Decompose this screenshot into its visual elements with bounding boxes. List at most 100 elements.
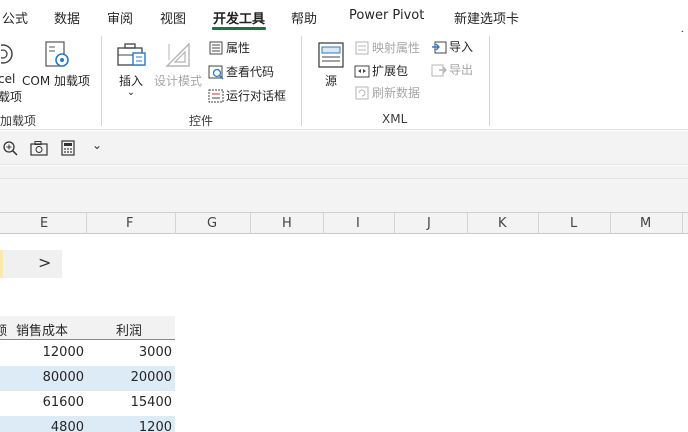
table-row[interactable]: 12000 3000	[0, 341, 175, 366]
xml-import-label: 导入	[449, 40, 474, 54]
column-divider	[610, 213, 611, 234]
refresh-data-icon	[355, 86, 369, 99]
tab-formulas[interactable]: 公式	[2, 8, 28, 27]
calculator-icon[interactable]	[61, 140, 75, 159]
cell-profit[interactable]: 20000	[131, 370, 172, 385]
properties-icon	[209, 41, 223, 54]
table-row[interactable]: 61600 15400	[0, 391, 175, 416]
column-divider	[682, 213, 683, 234]
column-header-row: E F G H I J K L M	[0, 212, 688, 234]
table-header-amount[interactable]: 额	[0, 320, 7, 339]
zoom-in-icon[interactable]	[2, 140, 18, 159]
column-header-j[interactable]: J	[427, 216, 431, 231]
properties-label: 属性	[226, 41, 251, 55]
cell-cost[interactable]: 80000	[43, 370, 84, 385]
view-code-button[interactable]: 查看代码	[208, 63, 274, 80]
group-separator	[489, 36, 490, 126]
quick-access-toolbar: ⌄	[0, 131, 688, 165]
addins-group-label: 加载项	[0, 114, 37, 128]
xml-group-label: XML	[382, 112, 408, 126]
run-dialog-label: 运行对话框	[226, 89, 287, 103]
column-divider	[86, 213, 87, 234]
table-row[interactable]: 4800 1200	[0, 416, 175, 432]
column-divider	[250, 213, 251, 234]
formula-bar-area	[0, 178, 688, 212]
design-mode-button[interactable]: 设计模式	[152, 40, 204, 89]
tab-power-pivot[interactable]: Power Pivot	[349, 8, 424, 23]
tab-new[interactable]: 新建选项卡	[454, 8, 519, 27]
customize-dropdown-icon[interactable]: ⌄	[92, 138, 102, 152]
gear-icon	[1, 44, 13, 64]
design-mode-icon	[165, 42, 190, 67]
cell-profit[interactable]: 1200	[139, 420, 172, 432]
highlight-strip	[0, 250, 3, 278]
column-divider	[538, 213, 539, 234]
xml-export-label: 导出	[449, 63, 474, 77]
column-header-i[interactable]: I	[356, 216, 360, 231]
xml-source-icon	[318, 42, 344, 68]
group-separator	[301, 36, 302, 126]
excel-addins-button[interactable]: cel 载项	[0, 40, 22, 104]
table-header-row: 额 销售成本 利润	[0, 316, 175, 340]
tab-data[interactable]: 数据	[54, 8, 80, 27]
cell-cost[interactable]: 61600	[43, 395, 84, 410]
expansion-packs-icon	[354, 65, 370, 77]
ribbon-tab-bar: 公式 数据 审阅 视图 开发工具 帮助 Power Pivot 新建选项卡	[0, 0, 688, 44]
expansion-packs-button[interactable]: 扩展包	[354, 62, 408, 79]
column-header-l[interactable]: L	[570, 216, 577, 231]
tab-help[interactable]: 帮助	[291, 8, 317, 27]
ribbon-body: cel 载项 COM 加载项 加载项 插入 ⌄ 设计模式 属性 查看代码 运行对…	[0, 32, 688, 130]
cell-profit[interactable]: 3000	[139, 345, 172, 360]
export-icon	[431, 64, 447, 76]
column-header-g[interactable]: G	[207, 216, 217, 231]
xml-source-button[interactable]: 源	[314, 40, 348, 89]
tab-review[interactable]: 审阅	[107, 8, 133, 27]
com-addins-label: COM 加载项	[22, 74, 90, 88]
insert-dropdown-icon: ⌄	[126, 87, 136, 98]
column-header-e[interactable]: E	[40, 216, 48, 231]
column-header-f[interactable]: F	[126, 216, 133, 231]
cell-cost[interactable]: 4800	[51, 420, 84, 432]
excel-addins-label-2: 载项	[0, 90, 23, 104]
worksheet-grid[interactable]: > 额 销售成本 利润 12000 3000 80000 20000 61600…	[0, 234, 688, 432]
toolbar-spacer	[0, 166, 688, 178]
excel-addins-label-1: cel	[0, 72, 16, 86]
tab-view[interactable]: 视图	[160, 8, 186, 27]
column-divider	[175, 213, 176, 234]
map-properties-label: 映射属性	[372, 41, 421, 55]
cell-profit[interactable]: 15400	[131, 395, 172, 410]
xml-source-label: 源	[324, 74, 337, 88]
run-dialog-button[interactable]: 运行对话框	[208, 87, 286, 104]
insert-control-button[interactable]: 插入 ⌄	[112, 40, 150, 98]
properties-button[interactable]: 属性	[208, 39, 250, 56]
group-separator	[101, 36, 102, 126]
refresh-data-label: 刷新数据	[372, 86, 421, 100]
map-properties-icon	[355, 41, 369, 54]
xml-export-button[interactable]: 导出	[431, 61, 473, 78]
view-code-icon	[208, 65, 224, 80]
chevron-right-icon: >	[38, 253, 52, 272]
column-divider	[323, 213, 324, 234]
refresh-data-button[interactable]: 刷新数据	[354, 84, 420, 101]
column-header-m[interactable]: M	[640, 216, 651, 231]
camera-icon[interactable]	[30, 140, 48, 159]
cell-cost[interactable]: 12000	[43, 345, 84, 360]
column-header-k[interactable]: K	[498, 216, 507, 231]
column-divider	[467, 213, 468, 234]
import-icon	[432, 41, 447, 53]
run-dialog-icon	[208, 89, 224, 102]
sheet-nav-button[interactable]: >	[0, 250, 62, 278]
xml-import-button[interactable]: 导入	[431, 38, 473, 55]
controls-group-label: 控件	[189, 114, 214, 128]
table-row[interactable]: 80000 20000	[0, 366, 175, 391]
column-header-h[interactable]: H	[282, 216, 292, 231]
com-addins-button[interactable]: COM 加载项	[20, 40, 92, 89]
column-divider	[394, 213, 395, 234]
toolbox-icon	[117, 43, 146, 66]
map-properties-button[interactable]: 映射属性	[354, 39, 420, 56]
tab-developer[interactable]: 开发工具	[213, 8, 265, 27]
expansion-packs-label: 扩展包	[372, 64, 409, 78]
table-header-profit[interactable]: 利润	[116, 320, 142, 339]
view-code-label: 查看代码	[226, 65, 275, 79]
table-header-cost[interactable]: 销售成本	[16, 320, 68, 339]
